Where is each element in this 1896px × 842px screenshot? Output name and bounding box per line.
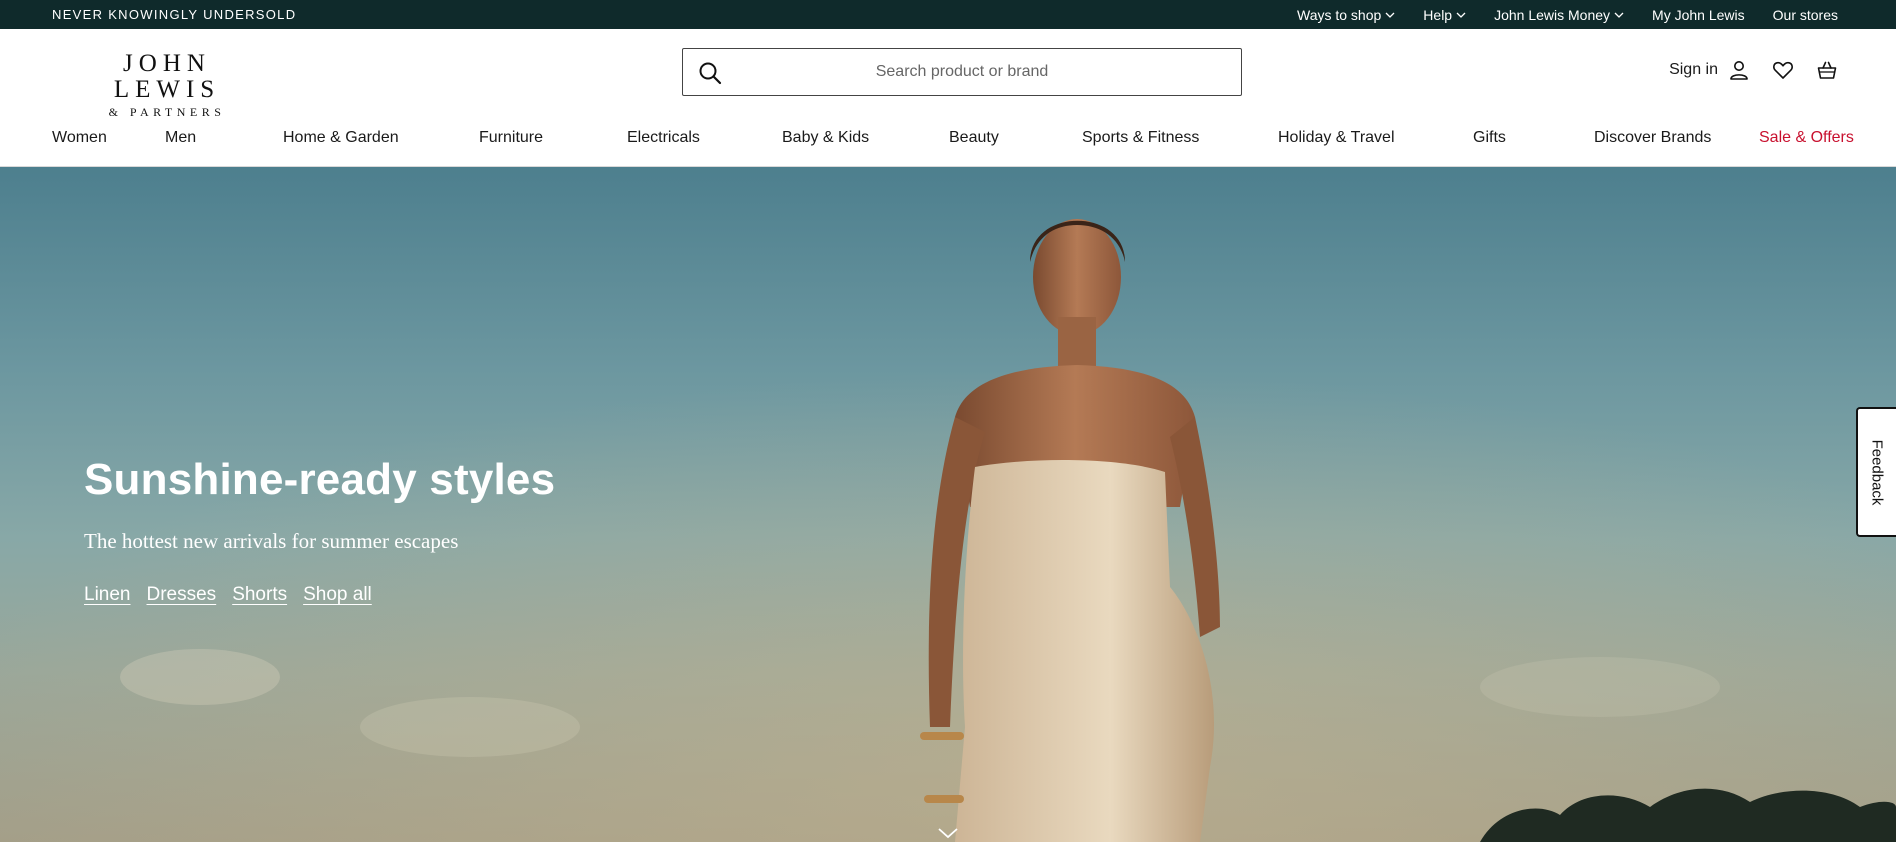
heart-icon[interactable]	[1772, 59, 1794, 81]
nav-item-beauty[interactable]: Beauty	[949, 129, 999, 147]
hero-subtitle: The hottest new arrivals for summer esca…	[84, 529, 459, 553]
search-icon[interactable]	[697, 60, 723, 86]
nav-item-holiday-travel[interactable]: Holiday & Travel	[1278, 129, 1395, 147]
nav-item-discover-brands[interactable]: Discover Brands	[1594, 129, 1711, 147]
nav-item-electricals[interactable]: Electricals	[627, 129, 700, 147]
chevron-down-icon	[1614, 12, 1624, 18]
nav-item-gifts[interactable]: Gifts	[1473, 129, 1506, 147]
hero-title: Sunshine-ready styles	[84, 455, 556, 504]
nav-item-baby-kids[interactable]: Baby & Kids	[782, 129, 869, 147]
main-category-nav: Women Men Home & Garden Furniture Electr…	[0, 115, 1896, 167]
chevron-down-icon	[1385, 12, 1395, 18]
util-link-my-john-lewis[interactable]: My John Lewis	[1652, 7, 1745, 23]
util-link-label: Our stores	[1772, 6, 1838, 23]
hero-link-shop-all[interactable]: Shop all	[303, 584, 372, 606]
nav-item-sports-fitness[interactable]: Sports & Fitness	[1082, 129, 1199, 147]
top-utility-bar: NEVER KNOWINGLY UNDERSOLD Ways to shop H…	[0, 0, 1896, 29]
feedback-label: Feedback	[1868, 439, 1886, 505]
util-link-ways-to-shop[interactable]: Ways to shop	[1297, 7, 1395, 23]
util-link-our-stores[interactable]: Our stores	[1773, 7, 1838, 23]
logo-wordmark: JOHN LEWIS	[113, 50, 221, 103]
nav-item-furniture[interactable]: Furniture	[479, 129, 543, 147]
util-link-help[interactable]: Help	[1423, 7, 1466, 23]
sign-in-label: Sign in	[1669, 61, 1718, 78]
hero-link-linen[interactable]: Linen	[84, 584, 131, 606]
nav-item-sale-offers[interactable]: Sale & Offers	[1759, 129, 1854, 147]
search-input[interactable]	[683, 49, 1241, 95]
brand-tagline: NEVER KNOWINGLY UNDERSOLD	[52, 7, 297, 22]
util-link-john-lewis-money[interactable]: John Lewis Money	[1494, 7, 1624, 23]
feedback-tab[interactable]: Feedback	[1856, 407, 1896, 537]
util-link-label: Help	[1423, 6, 1453, 23]
account-actions: Sign in	[1669, 59, 1838, 81]
search-bar	[682, 48, 1242, 96]
nav-item-women[interactable]: Women	[52, 129, 107, 147]
sign-in-link[interactable]: Sign in	[1669, 59, 1750, 81]
chevron-down-icon	[1456, 12, 1466, 18]
util-link-label: My John Lewis	[1652, 6, 1745, 23]
nav-item-home-garden[interactable]: Home & Garden	[283, 129, 399, 147]
hero-link-shorts[interactable]: Shorts	[232, 584, 287, 606]
hero-banner[interactable]: Sunshine-ready styles The hottest new ar…	[0, 167, 1896, 842]
hero-link-dresses[interactable]: Dresses	[147, 584, 217, 606]
john-lewis-logo[interactable]: JOHN LEWIS & PARTNERS	[72, 51, 262, 120]
site-header: JOHN LEWIS & PARTNERS Sign in	[0, 29, 1896, 119]
user-icon	[1730, 61, 1748, 80]
basket-icon[interactable]	[1816, 59, 1838, 81]
utility-nav: Ways to shop Help John Lewis Money My Jo…	[1297, 7, 1844, 23]
nav-item-men[interactable]: Men	[165, 129, 196, 147]
hero-links: Linen Dresses Shorts Shop all	[84, 584, 372, 606]
scroll-down-chevron-icon[interactable]	[937, 827, 959, 839]
util-link-label: John Lewis Money	[1494, 6, 1611, 23]
util-link-label: Ways to shop	[1297, 6, 1382, 23]
